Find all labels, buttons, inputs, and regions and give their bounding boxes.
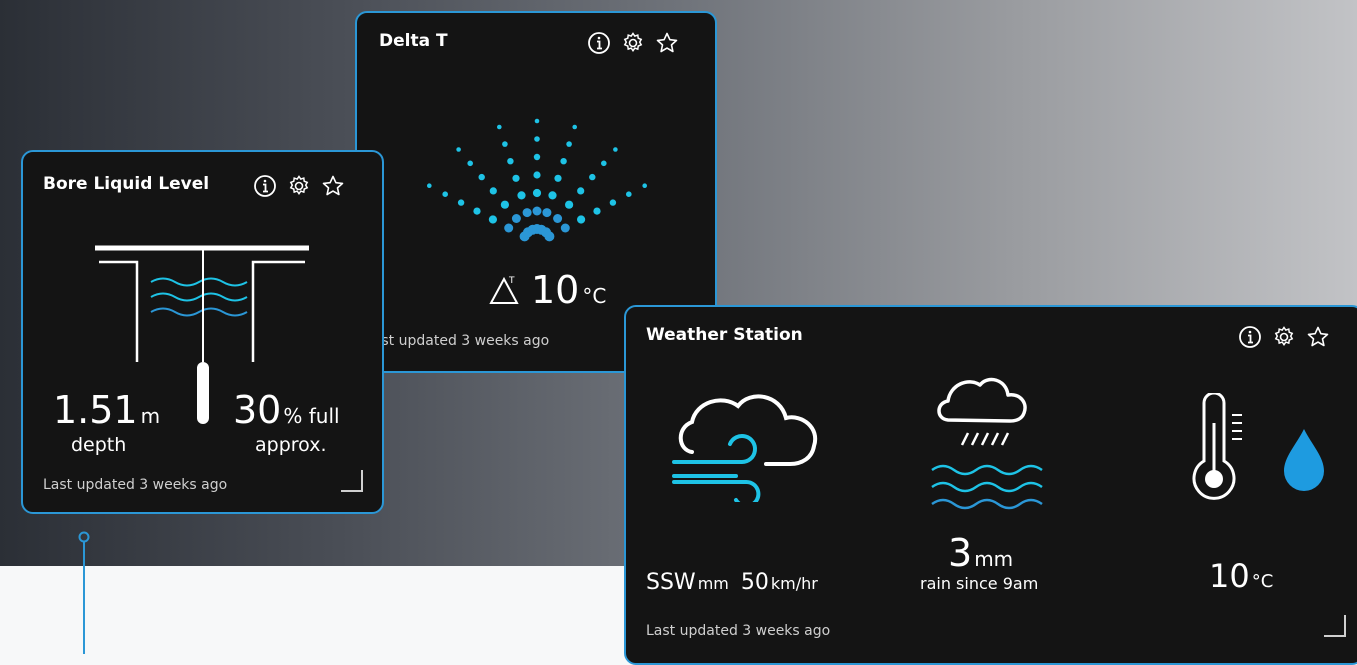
card-title: Bore Liquid Level: [43, 174, 210, 194]
delta-dot: [572, 124, 577, 130]
star-icon[interactable]: [1306, 325, 1330, 349]
delta-dot: [478, 173, 485, 181]
wind-cloud-icon: [672, 394, 818, 502]
full-label: approx.: [255, 434, 327, 456]
rain-reading: 3 mm: [948, 531, 1013, 575]
delta-dot: [457, 199, 465, 206]
temp-reading: 10 °C: [1209, 557, 1273, 595]
svg-text:T: T: [508, 276, 515, 286]
card-actions: [587, 31, 679, 55]
delta-dot: [456, 147, 461, 152]
delta-dot: [497, 124, 502, 130]
delta-t-value: 10: [531, 268, 580, 312]
wind-speed: 50: [740, 570, 769, 595]
delta-dot: [565, 200, 574, 209]
rain-icon: [931, 377, 1043, 510]
gear-icon[interactable]: [1272, 325, 1296, 349]
delta-dot: [560, 158, 567, 165]
wind-speed-unit: km/hr: [770, 574, 818, 593]
wind-direction-unit: mm: [697, 574, 729, 593]
delta-dot: [613, 147, 618, 152]
delta-dot: [566, 141, 572, 147]
wind-reading: SSW mm 50 km/hr: [646, 570, 818, 595]
water-drop-icon: [1284, 429, 1324, 491]
delta-dot: [533, 153, 541, 161]
delta-dot: [642, 183, 647, 188]
resize-handle[interactable]: [1324, 615, 1346, 637]
card-title: Weather Station: [646, 325, 803, 345]
delta-dot: [511, 214, 521, 223]
depth-value: 1.51: [53, 388, 138, 432]
delta-dot: [542, 208, 552, 218]
weather-updated: Last updated 3 weeks ago: [646, 623, 831, 639]
delta-dot: [522, 208, 532, 218]
delta-dot: [533, 171, 541, 179]
info-icon[interactable]: [1238, 325, 1262, 349]
delta-t-dots-graphic: [427, 118, 647, 242]
wind-direction: SSW: [646, 570, 696, 595]
delta-dot: [601, 160, 607, 167]
delta-icon: T: [489, 276, 519, 304]
bore-updated: Last updated 3 weeks ago: [43, 477, 228, 493]
delta-dot: [507, 158, 514, 165]
connector-line: [78, 531, 90, 654]
delta-dot: [554, 174, 562, 182]
card-actions: [1238, 325, 1330, 349]
delta-t-unit: °C: [582, 284, 607, 308]
delta-dot: [512, 174, 520, 182]
temp-value: 10: [1209, 557, 1250, 595]
rain-label: rain since 9am: [920, 574, 1039, 593]
delta-dot: [544, 231, 555, 242]
full-value: 30: [233, 388, 282, 432]
delta-dot: [488, 215, 497, 224]
delta-dot: [589, 173, 596, 181]
delta-dot: [577, 215, 586, 224]
rain-value: 3: [948, 531, 973, 575]
card-title: Delta T: [379, 31, 448, 51]
temp-unit: °C: [1251, 571, 1274, 592]
delta-dot: [473, 207, 481, 215]
delta-dot: [577, 187, 585, 195]
gear-icon[interactable]: [287, 174, 311, 198]
weather-station-card[interactable]: Weather Station SSW mm 50 km/hr 3 mm rai…: [624, 305, 1357, 665]
delta-dot: [504, 223, 514, 233]
delta-dot: [560, 223, 570, 233]
star-icon[interactable]: [655, 31, 679, 55]
bore-liquid-level-card[interactable]: Bore Liquid Level 1.51 m depth 30 % full…: [21, 150, 384, 514]
delta-dot: [534, 136, 540, 142]
delta-dot: [609, 199, 617, 206]
delta-dot: [489, 187, 497, 195]
full-reading: 30 % full: [233, 388, 340, 432]
depth-reading: 1.51 m: [53, 388, 160, 432]
gear-icon[interactable]: [621, 31, 645, 55]
delta-dot: [467, 160, 473, 167]
delta-dot: [442, 191, 448, 197]
depth-label: depth: [71, 434, 127, 456]
delta-t-reading: T 10 °C: [487, 268, 606, 312]
info-icon[interactable]: [253, 174, 277, 198]
delta-dot: [593, 207, 601, 215]
delta-dot: [500, 200, 509, 209]
delta-dot: [553, 214, 563, 223]
delta-t-updated: Last updated 3 weeks ago: [365, 333, 550, 349]
delta-dot: [427, 183, 432, 188]
resize-handle[interactable]: [341, 470, 363, 492]
delta-dot: [534, 118, 540, 124]
info-icon[interactable]: [587, 31, 611, 55]
delta-dot: [502, 141, 508, 147]
delta-dot: [626, 191, 632, 197]
star-icon[interactable]: [321, 174, 345, 198]
depth-unit: m: [140, 404, 161, 428]
card-actions: [253, 174, 345, 198]
delta-dot: [532, 206, 542, 216]
delta-dot: [517, 191, 526, 200]
rain-unit: mm: [974, 547, 1014, 571]
full-unit: % full: [283, 404, 340, 428]
delta-dot: [532, 188, 542, 198]
delta-dot: [548, 191, 557, 200]
